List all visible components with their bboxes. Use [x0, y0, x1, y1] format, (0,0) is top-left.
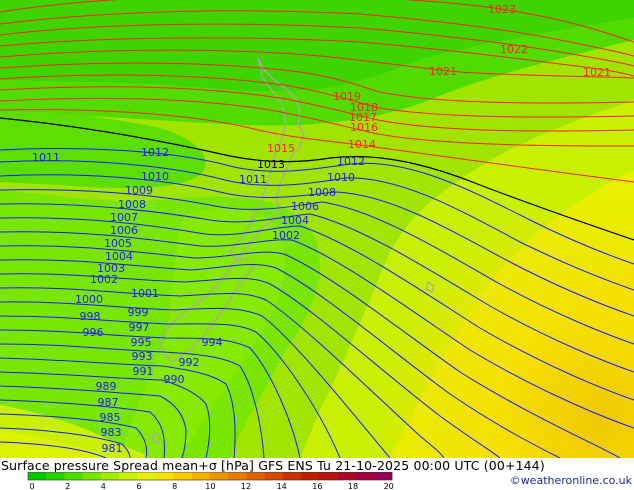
isobar-label-1016: 1016 — [350, 121, 378, 134]
isobar-label-1014: 1014 — [348, 138, 376, 151]
isobar-label-1021: 1021 — [583, 66, 611, 79]
colorbar-swatch — [246, 472, 265, 480]
isobar-label-1007: 1007 — [110, 211, 138, 224]
isobar-label-990: 990 — [164, 373, 185, 386]
pressure-spread-map: 102310221021 102110191018101710161015 1014… — [0, 0, 634, 458]
colorbar-swatch — [191, 472, 211, 480]
colorbar-swatch — [173, 472, 193, 480]
colorbar-tick-label: 20 — [384, 482, 394, 490]
isobar-label-1012: 1012 — [337, 155, 365, 168]
isobar-label-1006: 1006 — [291, 200, 319, 213]
map-footer: Surface pressure Spread mean+σ [hPa] GFS… — [0, 458, 634, 490]
isobar-label-983: 983 — [101, 426, 122, 439]
isobar-label-985: 985 — [100, 411, 121, 424]
colorbar-swatch — [119, 472, 138, 480]
colorbar-swatch — [373, 472, 393, 480]
colorbar-swatch — [155, 472, 174, 480]
isobar-label-1001: 1001 — [131, 287, 159, 300]
colorbar-swatch — [282, 472, 302, 480]
colorbar-tick-label: 10 — [205, 482, 215, 490]
isobar-label-1005: 1005 — [104, 237, 132, 250]
isobar-label-1015: 1015 — [267, 142, 295, 155]
colorbar-swatch — [64, 472, 83, 480]
colorbar-swatch — [28, 472, 47, 480]
colorbar-tick-label: 18 — [348, 482, 358, 490]
isobar-label-1022: 1022 — [500, 43, 528, 56]
isobar-label-1011: 1011 — [32, 151, 60, 164]
isobar-label-992: 992 — [179, 356, 200, 369]
colorbar-tick-label: 0 — [29, 482, 34, 490]
isobar-label-1009: 1009 — [125, 184, 153, 197]
site-credit[interactable]: ©weatheronline.co.uk — [510, 474, 632, 487]
isobar-label-1008: 1008 — [118, 198, 146, 211]
colorbar-swatch — [100, 472, 120, 480]
colorbar-tick-label: 8 — [172, 482, 177, 490]
isobar-label-996: 996 — [83, 326, 104, 339]
isobar-label-1006: 1006 — [110, 224, 138, 237]
isobar-label-1011: 1011 — [239, 173, 267, 186]
isobar-label-998: 998 — [80, 310, 101, 323]
isobar-label-1002: 1002 — [272, 229, 300, 242]
map-title: Surface pressure Spread mean+σ [hPa] GFS… — [1, 458, 545, 473]
isobar-label-1002: 1002 — [90, 273, 118, 286]
isobar-label-1012: 1012 — [141, 146, 169, 159]
colorbar-swatch — [228, 472, 247, 480]
colorbar-swatch — [319, 472, 338, 480]
colorbar-swatch — [337, 472, 356, 480]
colorbar-tick-label: 6 — [136, 482, 141, 490]
colorbar-swatch — [301, 472, 320, 480]
isobar-label-1021: 1021 — [429, 65, 457, 78]
isobar-label-993: 993 — [132, 350, 153, 363]
weather-map-view: 1023 1022 1021 1021 1019 1018 1017 1016 1015 1014… — [0, 0, 634, 490]
colorbar-swatch — [264, 472, 284, 480]
isobar-label-987: 987 — [98, 396, 119, 409]
colorbar-tick-label: 16 — [312, 482, 322, 490]
colorbar-swatch — [355, 472, 375, 480]
isobar-label-1013: 1013 — [257, 158, 285, 171]
colorbar-tick-label: 14 — [277, 482, 287, 490]
colorbar-tick-label: 4 — [101, 482, 106, 490]
colorbar-tick-label: 2 — [65, 482, 70, 490]
isobar-label-1023: 1023 — [488, 3, 516, 16]
isobar-label-997: 997 — [129, 321, 150, 334]
isobar-label-1010: 1010 — [327, 171, 355, 184]
isobar-label-994: 994 — [202, 336, 223, 349]
colorbar-swatch — [137, 472, 156, 480]
isobar-label-1010: 1010 — [141, 170, 169, 183]
colorbar-swatch — [82, 472, 102, 480]
colorbar-swatch — [46, 472, 65, 480]
colorbar-swatch — [210, 472, 229, 480]
isobar-label-981: 981 — [102, 442, 123, 455]
isobar-label-1004: 1004 — [281, 214, 309, 227]
isobar-label-991: 991 — [133, 365, 154, 378]
isobar-label-995: 995 — [131, 336, 152, 349]
isobar-label-1000: 1000 — [75, 293, 103, 306]
isobar-label-989: 989 — [96, 380, 117, 393]
isobar-label-1008: 1008 — [308, 186, 336, 199]
colorbar-tick-label: 12 — [241, 482, 251, 490]
isobar-label-999: 999 — [128, 306, 149, 319]
